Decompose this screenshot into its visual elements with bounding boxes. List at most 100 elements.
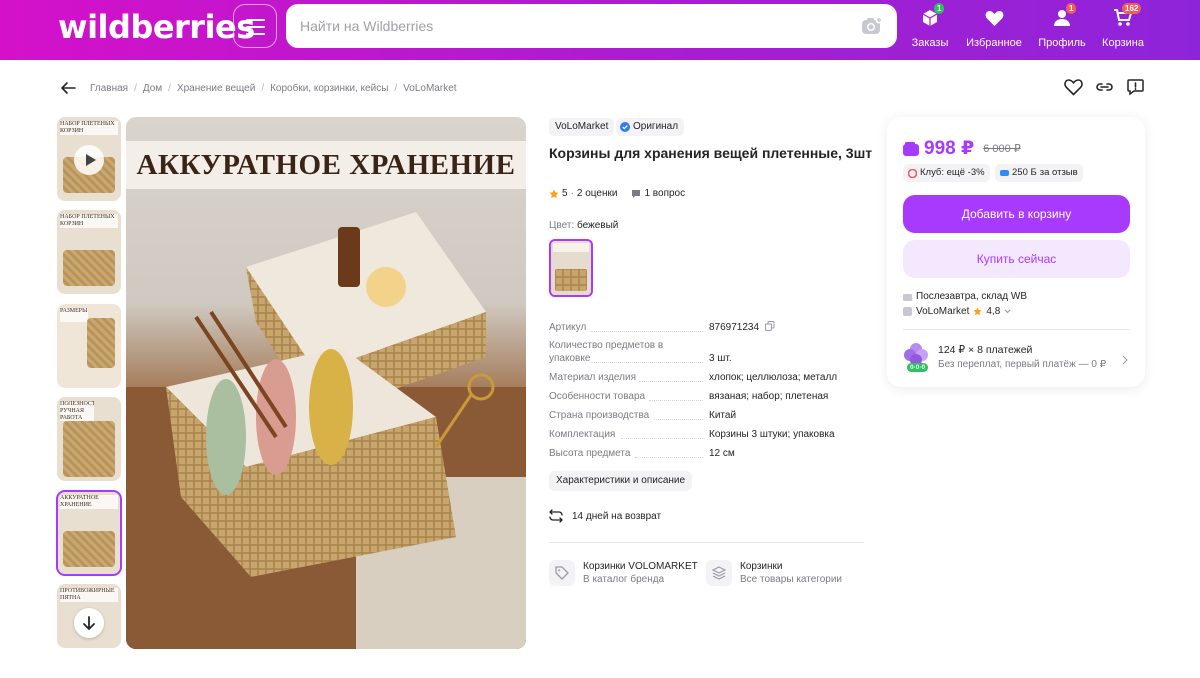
thumb-caption: НАБОР ПЛЕТЁНЫХ КОРЗИН [60,121,118,135]
spec-key: Артикул [549,322,587,333]
installment-offer[interactable]: 0·0·0 124 ₽ × 8 платежей Без переплат, п… [903,342,1130,378]
orders-badge: 1 [934,3,945,14]
question-icon [632,189,641,198]
price-row: 998 ₽ 6 000 ₽ [903,137,1021,160]
logo[interactable]: wildberries [58,8,255,46]
gallery-thumb[interactable]: ПРОТИВОЖИРНЫЕ ПЯТНА [57,584,121,648]
breadcrumb-home[interactable]: Главная [90,83,128,94]
seller-rating: 4,8 [986,306,1001,317]
verified-icon [620,122,630,132]
old-price: 6 000 ₽ [983,143,1021,155]
camera-search-icon[interactable] [861,16,883,41]
profile-badge: 1 [1066,3,1077,14]
divider [549,542,864,543]
wallet-icon [903,141,919,156]
spec-value: Китай [709,410,737,421]
thumb-caption: ПРОТИВОЖИРНЫЕ ПЯТНА [60,588,118,602]
gallery-thumb-video[interactable]: НАБОР ПЛЕТЁНЫХ КОРЗИН [57,117,121,201]
spec-key: Комплектация [549,429,616,440]
returns-label: 14 дней на возврат [572,510,662,522]
chevron-down-icon [1004,309,1011,314]
spec-key: Страна производства [549,410,650,421]
seller-name: VoLoMarket [916,306,970,317]
split-badge: 0·0·0 [907,363,929,372]
return-arrows-icon [549,509,563,523]
chevron-right-icon [1122,355,1128,365]
breadcrumb-home-category[interactable]: Дом [143,83,162,94]
back-arrow-icon[interactable] [60,80,76,101]
spec-key: Особенности товара [549,391,646,402]
spec-key: Высота предмета [549,448,631,459]
nav-orders[interactable]: 1 Заказы [908,3,952,54]
divider [903,329,1130,330]
price: 998 ₽ [924,138,975,159]
breadcrumb-boxes[interactable]: Коробки, корзинки, кейсы [270,83,388,94]
layers-icon [706,560,732,586]
tag-icon [549,560,575,586]
report-icon[interactable] [1126,78,1145,101]
color-label: Цвет: бежевый [549,220,619,231]
brand-catalog-link[interactable]: Корзинки VOLOMARKET В каталог бренда [549,560,698,586]
club-icon [908,168,917,178]
add-to-cart-button[interactable]: Добавить в корзину [903,195,1130,233]
image-banner-text: АККУРАТНОЕ ХРАНЕНИЕ [136,149,516,181]
thumb-caption: РАЗМЕРЫ [60,308,88,322]
nav-favorites[interactable]: Избранное [964,6,1024,54]
breadcrumb-storage[interactable]: Хранение вещей [177,83,255,94]
installment-amount: 124 ₽ × 8 платежей [938,344,1033,356]
returns-info: 14 дней на возврат [549,509,661,523]
breadcrumb: Главная / Дом / Хранение вещей / Коробки, к… [90,83,457,94]
breadcrumb-brand[interactable]: VoLoMarket [403,83,456,94]
rating-row[interactable]: 5 · 2 оценки 1 вопрос [549,188,685,199]
share-link-icon[interactable] [1095,78,1114,101]
brand-link-title: Корзинки VOLOMARKET [583,561,698,572]
delivery-info: Послезавтра, склад WB [903,291,1027,302]
original-badge: Оригинал [616,118,685,136]
thumb-caption: НАБОР ПЛЕТЁНЫХ КОРЗИН [60,214,118,228]
reviews-count[interactable]: 2 оценки [577,188,618,199]
review-bonus-chip[interactable]: 250 Б за отзыв [995,164,1083,182]
category-link-title: Корзинки [740,561,783,572]
original-label: Оригинал [633,121,679,132]
spec-value: 12 см [709,448,735,459]
thumb-caption: ПОЛЕЗНОСТЬ РУЧНАЯ РАБОТА [60,401,94,421]
nav-cart[interactable]: 162 Корзина [1100,3,1146,54]
warehouse-icon [903,294,912,301]
play-icon[interactable] [74,145,104,175]
gallery-thumb[interactable]: НАБОР ПЛЕТЁНЫХ КОРЗИН [57,210,121,294]
menu-button[interactable] [233,4,277,48]
buy-now-button[interactable]: Купить сейчас [903,240,1130,278]
category-link-sub: Все товары категории [740,574,843,585]
spec-value: Корзины 3 штуки; упаковка [709,429,835,440]
main-product-image[interactable]: АККУРАТНОЕ ХРАНЕНИЕ [126,117,526,649]
spec-value: хлопок; целлюлоза; металл [709,372,838,383]
gallery-thumb[interactable]: РАЗМЕРЫ [57,304,121,388]
installment-note: Без переплат, первый платёж — 0 ₽ [938,359,1107,370]
cart-badge: 162 [1122,3,1142,14]
characteristics-button[interactable]: Характеристики и описание [549,471,693,491]
brand-link-sub: В каталог бренда [583,574,665,585]
favorite-heart-icon[interactable] [1064,78,1083,101]
spec-value-article[interactable]: 876971234 [709,321,879,334]
color-option-beige[interactable] [549,239,593,297]
category-link[interactable]: Корзинки Все товары категории [706,560,842,586]
gallery-thumb-selected[interactable]: АККУРАТНОЕ ХРАНЕНИЕ [56,490,122,576]
spec-value: вязаная; набор; плетеная [709,391,829,402]
nav-cart-label: Корзина [1102,37,1144,49]
price-card: 998 ₽ 6 000 ₽ Клуб: ещё -3% 250 Б за отз… [887,117,1145,387]
nav-profile[interactable]: 1 Профиль [1038,3,1086,54]
search-input[interactable] [300,4,840,48]
spec-key: Материал изделия [549,372,636,383]
questions-count[interactable]: 1 вопрос [644,188,685,199]
seller-chip[interactable]: VoLoMarket [549,118,615,136]
nav-favorites-label: Избранное [966,37,1022,49]
copy-icon[interactable] [764,321,775,331]
top-header: wildberries 1 Заказы Избранное 1 Профиль… [0,0,1200,60]
club-discount-chip[interactable]: Клуб: ещё -3% [903,164,990,182]
scroll-down-icon[interactable] [74,608,104,638]
bonus-icon [1000,170,1009,176]
seller-info[interactable]: VoLoMarket 4,8 [903,306,1011,317]
gallery-thumb[interactable]: ПОЛЕЗНОСТЬ РУЧНАЯ РАБОТА [57,397,121,481]
rating-value: 5 [562,188,568,199]
product-title: Корзины для хранения вещей плетенные, 3ш… [549,145,873,161]
